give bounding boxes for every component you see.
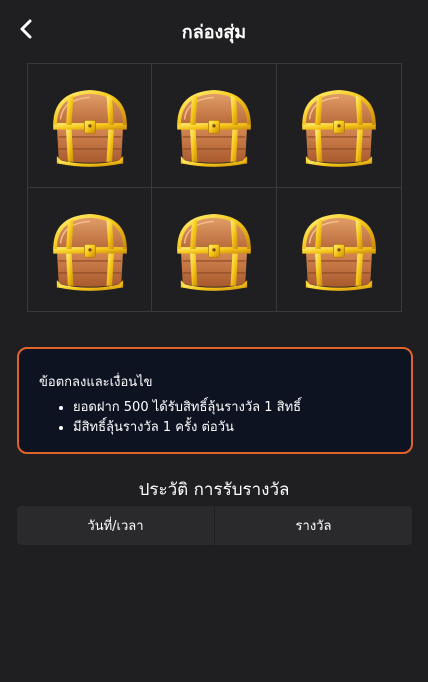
- treasure-chest-icon: [44, 203, 136, 295]
- treasure-chest-icon: [168, 79, 260, 171]
- chest-cell-4[interactable]: [28, 187, 153, 311]
- chest-cell-2[interactable]: [152, 64, 277, 188]
- header: กล่องสุ่ม: [0, 0, 428, 60]
- terms-list: ยอดฝาก 500 ได้รับสิทธิ์ลุ้นรางวัล 1 สิทธ…: [39, 398, 391, 438]
- history-title: ประวัติ การรับรางวัล: [138, 480, 290, 500]
- terms-item: ยอดฝาก 500 ได้รับสิทธิ์ลุ้นรางวัล 1 สิทธ…: [73, 398, 391, 418]
- chest-cell-5[interactable]: [152, 187, 277, 311]
- terms-item: มีสิทธิ์ลุ้นรางวัล 1 ครั้ง ต่อวัน: [73, 418, 391, 438]
- column-header-datetime: วันที่/เวลา: [87, 519, 144, 534]
- treasure-chest-icon: [293, 203, 385, 295]
- treasure-chest-icon: [293, 79, 385, 171]
- chest-cell-6[interactable]: [277, 188, 401, 312]
- chest-grid: [27, 63, 402, 312]
- terms-box: ข้อตกลงและเงื่อนไข ยอดฝาก 500 ได้รับสิทธ…: [17, 347, 413, 454]
- treasure-chest-icon: [44, 79, 136, 171]
- chest-cell-1[interactable]: [28, 64, 153, 188]
- column-header-reward: รางวัล: [214, 506, 412, 545]
- chest-cell-3[interactable]: [276, 64, 401, 188]
- treasure-chest-icon: [168, 203, 260, 295]
- history-table-header: วันที่/เวลา รางวัล: [17, 506, 412, 545]
- terms-title: ข้อตกลงและเงื่อนไข: [39, 375, 153, 390]
- page-title: กล่องสุ่ม: [181, 22, 247, 43]
